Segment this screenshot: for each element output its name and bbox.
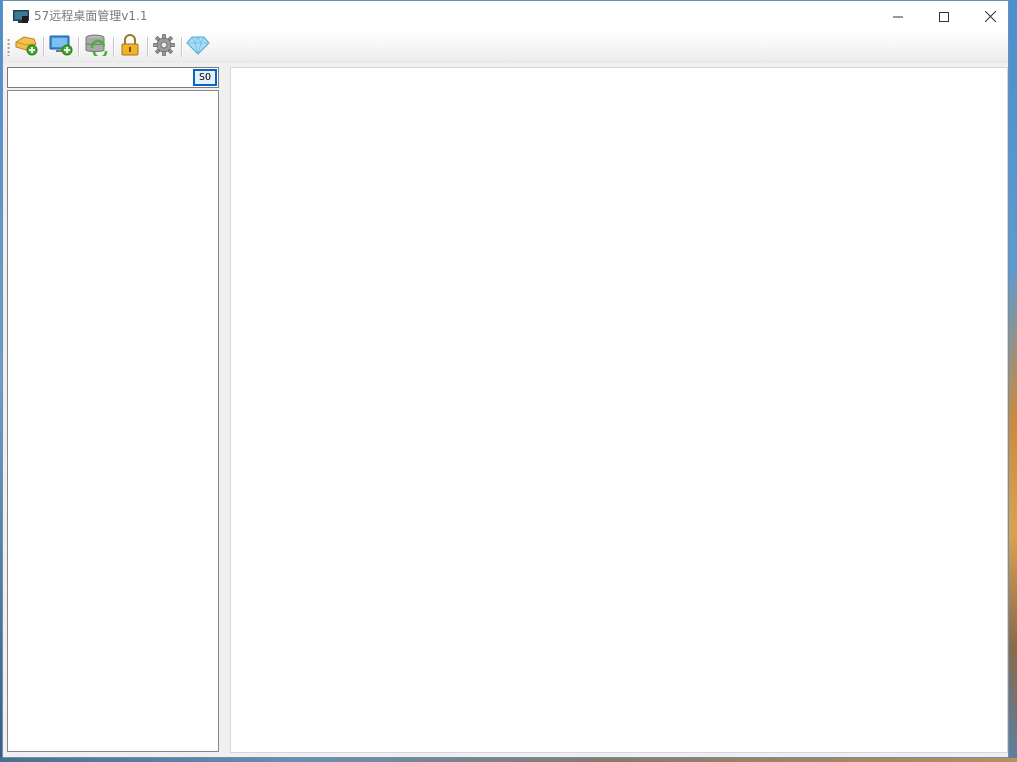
remote-desktop-content-area[interactable] [230, 67, 1008, 753]
settings-button[interactable] [151, 34, 177, 60]
search-button[interactable]: SO [193, 69, 217, 86]
folder-add-icon [14, 34, 38, 60]
toolbar-separator [181, 37, 183, 57]
window-title: 57远程桌面管理v1.1 [34, 9, 148, 23]
close-icon [984, 7, 996, 26]
toolbar-grip[interactable] [7, 38, 10, 56]
lock-icon [120, 34, 140, 60]
toolbar-separator [43, 37, 45, 57]
vip-button[interactable] [185, 34, 211, 60]
server-tree-panel[interactable] [7, 90, 219, 752]
search-input[interactable] [8, 68, 191, 87]
toolbar-separator [147, 37, 149, 57]
add-group-button[interactable] [13, 34, 39, 60]
desktop-background-bottom [0, 758, 1017, 762]
monitor-add-icon [49, 34, 73, 60]
toolbar-separator [78, 37, 80, 57]
diamond-icon [186, 35, 210, 59]
remote-desktop-app-icon [13, 9, 29, 23]
desktop-background-right [1009, 0, 1017, 762]
maximize-button[interactable] [921, 1, 967, 31]
maximize-icon [939, 7, 949, 26]
title-bar[interactable]: 57远程桌面管理v1.1 [3, 1, 1008, 31]
app-window: 57远程桌面管理v1.1 SO [2, 0, 1009, 758]
refresh-data-button[interactable] [83, 34, 109, 60]
toolbar [3, 31, 1008, 63]
add-remote-button[interactable] [48, 34, 74, 60]
gear-icon [153, 34, 175, 60]
minimize-icon [893, 7, 903, 26]
search-box: SO [7, 67, 219, 88]
lock-button[interactable] [117, 34, 143, 60]
database-refresh-icon [84, 34, 108, 60]
minimize-button[interactable] [875, 1, 921, 31]
close-button[interactable] [967, 1, 1013, 31]
toolbar-separator [113, 37, 115, 57]
